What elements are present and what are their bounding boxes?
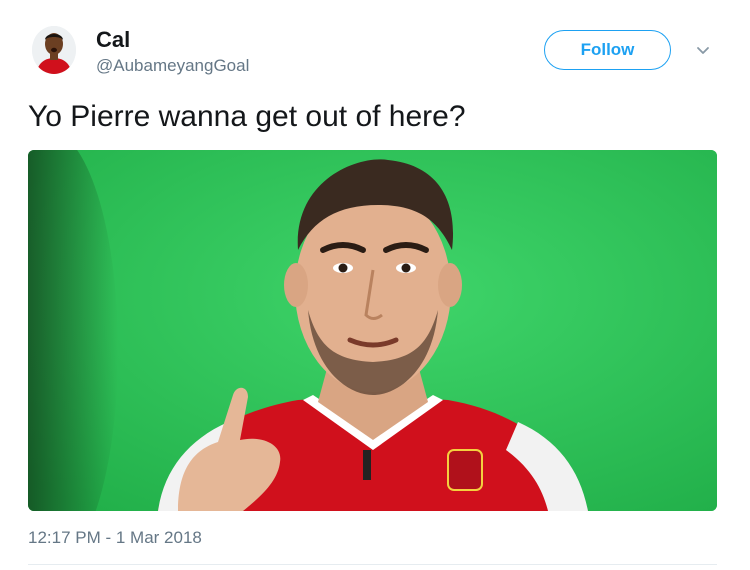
- tweet-text: Yo Pierre wanna get out of here?: [28, 100, 466, 133]
- avatar-image: [32, 26, 76, 74]
- user-handle[interactable]: @AubameyangGoal: [96, 56, 249, 76]
- chevron-down-icon[interactable]: [693, 40, 713, 60]
- tweet-timestamp[interactable]: 12:17 PM - 1 Mar 2018: [28, 528, 202, 548]
- tweet-media-image[interactable]: [28, 150, 717, 511]
- follow-button[interactable]: Follow: [544, 30, 671, 70]
- tweet-card: Cal @AubameyangGoal Follow Yo Pierre wan…: [0, 0, 750, 570]
- media-illustration: [28, 150, 717, 511]
- avatar[interactable]: [32, 26, 76, 74]
- display-name[interactable]: Cal: [96, 27, 130, 53]
- divider: [28, 564, 717, 565]
